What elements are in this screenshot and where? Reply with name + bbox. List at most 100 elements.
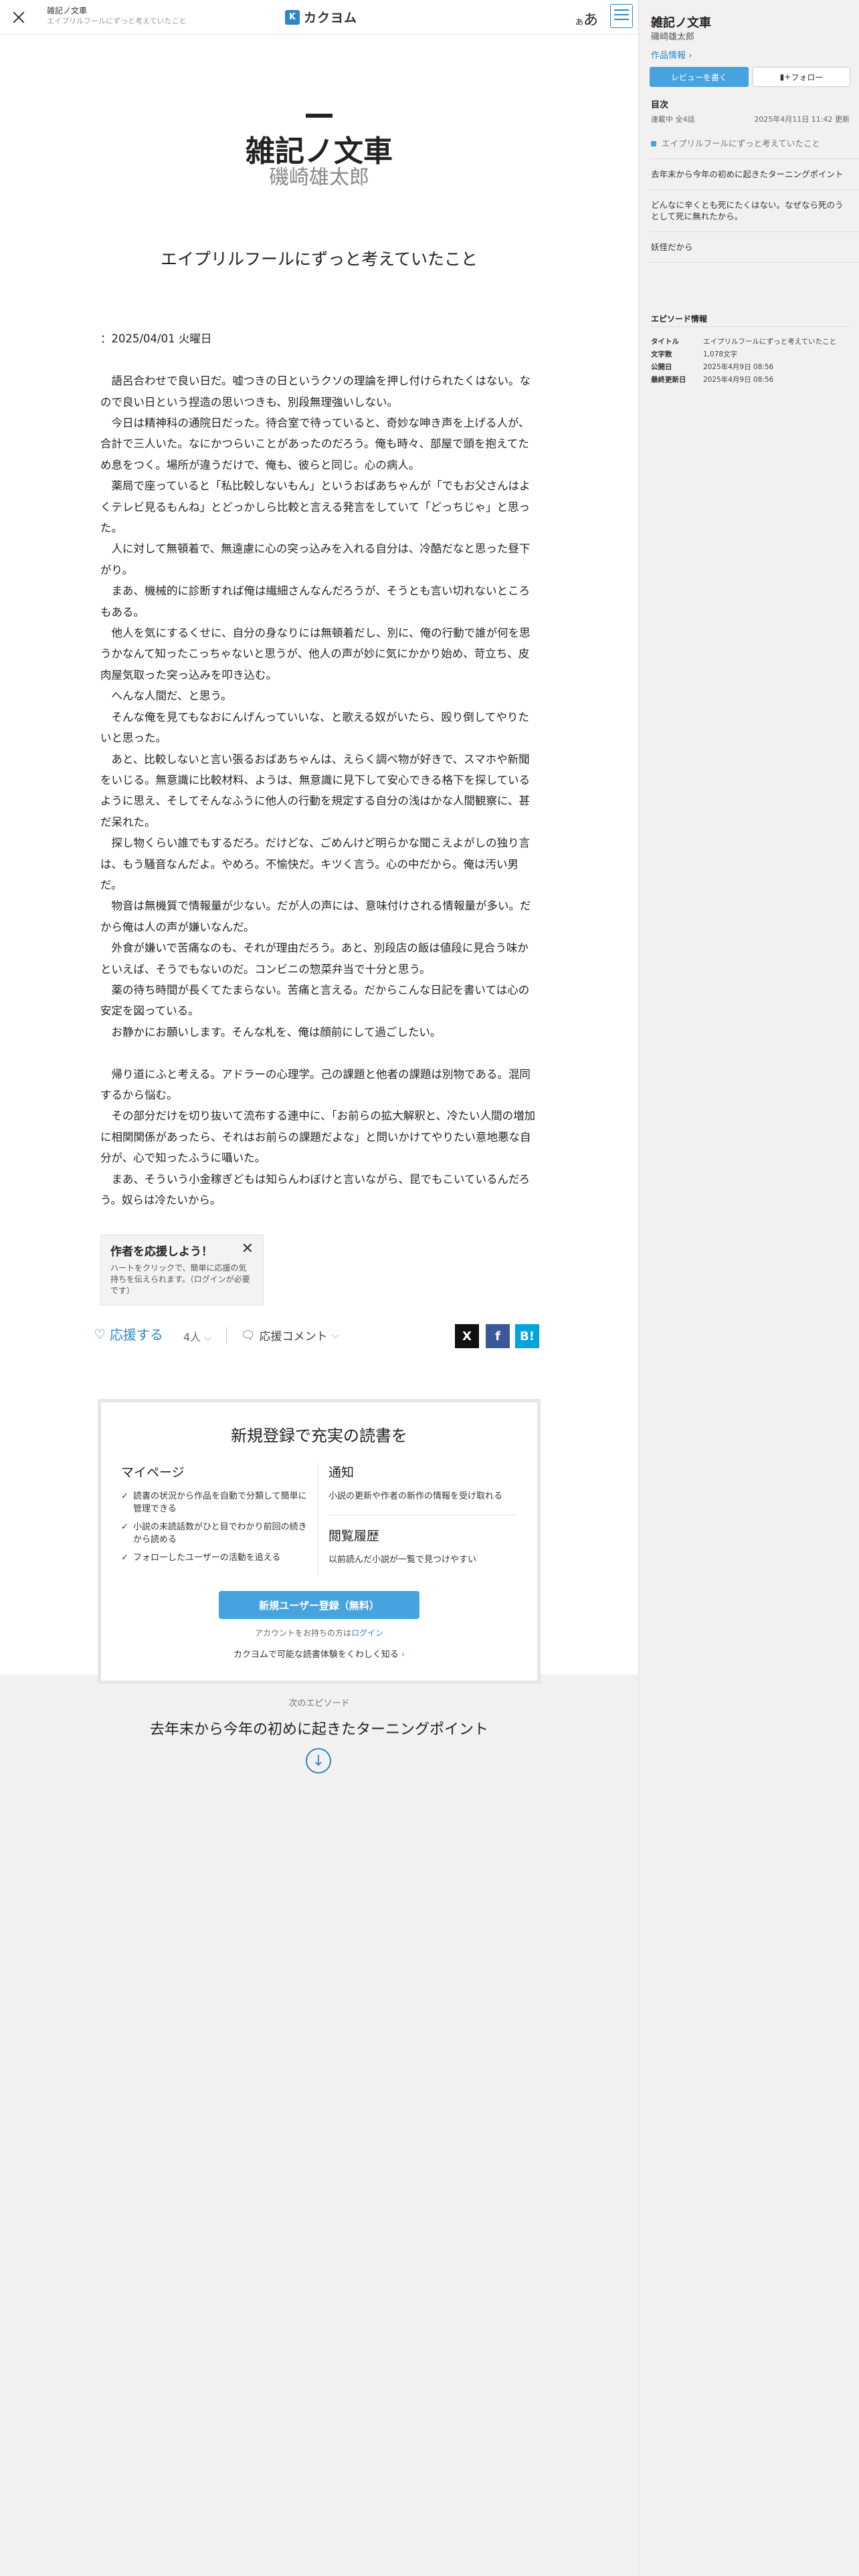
last-updated: 2025年4月11日 11:42 更新 <box>754 115 850 124</box>
hatena-bookmark-icon[interactable]: B! <box>515 1324 539 1348</box>
signup-promo: 新規登録で充実の読書を マイページ ✓ 読書の状況から作品を自動で分類して簡単に管… <box>98 1399 541 1684</box>
toc-item-current[interactable]: エイプリルフールにずっと考えていたこと <box>650 128 859 159</box>
tooltip-title: 作者を応援しよう！ <box>110 1245 213 1259</box>
support-bar: ♡ 応援する 4人 ⌵ 🗨︎ 応援コメント ⌵ X f B! <box>94 1324 539 1348</box>
close-icon[interactable] <box>9 8 28 27</box>
toc-sidebar: 雑記ノ文車 磯崎雄太郎 作品情報 › レビューを書く ▮+ フォロー 目次 連載… <box>638 0 859 2576</box>
follow-label: フォロー <box>791 72 824 82</box>
menu-line <box>614 19 629 20</box>
next-episode-title[interactable]: 去年末から今年の初めに起きたターニングポイント <box>0 1717 638 1739</box>
support-tooltip: 作者を応援しよう！ ✕ ハートをクリックで、簡単に応援の気持ちを伝えられます。（… <box>100 1235 264 1305</box>
feature-text: 読書の状況から作品を自動で分類して簡単に管理できる <box>133 1491 307 1514</box>
feature-text: 小説の未読話数がひと目でわかり前回の続きから読める <box>133 1522 307 1545</box>
signup-title: 新規登録で充実の読書を <box>231 1426 407 1445</box>
serial-status: 連載中 全4話 <box>651 115 695 124</box>
sidebar-work-title[interactable]: 雑記ノ文車 <box>651 13 711 31</box>
benefits-column: 通知 小説の更新や作者の新作の情報を受け取れる 閲覧履歴 以前読んだ小説が一覧で… <box>328 1463 516 1578</box>
login-prompt: アカウントをお持ちの方はログイン <box>101 1627 537 1638</box>
episode-paragraph <box>100 308 538 328</box>
mypage-heading: マイページ <box>121 1465 185 1480</box>
toc-item[interactable]: 去年末から今年の初めに起きたターニングポイント <box>650 159 859 190</box>
menu-line <box>614 9 629 11</box>
notification-heading: 通知 <box>328 1465 355 1480</box>
font-size-button[interactable]: ああ <box>575 8 598 29</box>
learn-more-link[interactable]: カクヨムで可能な読書体験をくわしく知る › <box>101 1647 537 1660</box>
work-author[interactable]: 磯崎雄太郎 <box>0 160 638 190</box>
facebook-share-icon[interactable]: f <box>486 1324 510 1348</box>
write-review-button[interactable]: レビューを書く <box>650 67 749 87</box>
support-comment-button[interactable]: 🗨︎ 応援コメント ⌵ <box>241 1327 339 1344</box>
info-value: 2025年4月9日 08:56 <box>703 363 774 371</box>
check-icon: ✓ <box>121 1522 128 1532</box>
comment-icon: 🗨︎ <box>241 1328 256 1342</box>
episode-paragraph: その部分だけを切り抜いて流布する連中に、「お前らの拡大解釈と、冷たい人間の増加に… <box>100 1109 536 1165</box>
episode-info-table: タイトル エイプリルフールにずっと考えていたこと 文字数 1,078文字 公開日 20… <box>651 336 852 387</box>
episode-paragraph: お静かにお願いします。そんな札を、俺は顔前にして過ごしたい。 <box>100 1025 442 1039</box>
support-button[interactable]: ♡ 応援する <box>94 1324 163 1344</box>
support-count-value: 4人 <box>183 1331 201 1344</box>
chevron-down-icon: ⌵ <box>331 1329 339 1341</box>
episode-body: ：2025/04/01 火曜日 語呂合わせで良い日だ。嘘つきの日というクソの理論… <box>100 308 538 1210</box>
toc-item[interactable]: 妖怪だから <box>650 232 859 263</box>
episode-paragraph: へんな人間だ、と思う。 <box>100 689 232 703</box>
logo-text: カクヨム <box>304 11 358 25</box>
toc-menu-button[interactable] <box>610 4 633 28</box>
episode-paragraph: 今日は精神科の通院日だった。待合室で待っていると、奇妙な呻き声を上げる人が、合計… <box>100 417 530 471</box>
close-icon[interactable]: ✕ <box>242 1241 254 1257</box>
episode-paragraph: 薬局で座っていると「私比較しないもん」というおばあちゃんが「でもお父さんはよくテ… <box>100 479 531 535</box>
divider <box>226 1327 227 1344</box>
toc-list: エイプリルフールにずっと考えていたこと 去年末から今年の初めに起きたターニングポ… <box>650 128 859 263</box>
feature-item: ✓ 読書の状況から作品を自動で分類して簡単に管理できる <box>121 1490 308 1515</box>
history-heading: 閲覧履歴 <box>328 1529 380 1543</box>
x-share-icon[interactable]: X <box>455 1324 479 1348</box>
login-prefix: アカウントをお持ちの方は <box>254 1628 351 1638</box>
toc-item[interactable]: どんなに辛くとも死にたくはない。なぜなら死のうとして死に無れたから。 <box>650 190 859 232</box>
work-info-link[interactable]: 作品情報 › <box>651 48 692 61</box>
info-value: 1,078文字 <box>703 350 738 358</box>
chevron-right-icon: › <box>686 51 692 61</box>
episode-paragraph: 薬の待ち時間が長くてたまらない。苦痛と言える。だからこんな日記を書いては心の安定… <box>100 983 530 1018</box>
episode-paragraph: 帰り道にふと考える。アドラーの心理学。己の課題と他者の課題は別物である。混同する… <box>100 1067 531 1101</box>
feature-item: ✓ フォローしたユーザーの活動を追える <box>121 1551 308 1564</box>
header-work-title[interactable]: 雑記ノ文車 <box>47 5 187 16</box>
chevron-down-icon: ⌵ <box>204 1333 211 1344</box>
follow-button[interactable]: ▮+ フォロー <box>753 67 850 87</box>
arrow-down-icon[interactable]: ↓ <box>306 1748 331 1774</box>
info-key: タイトル <box>651 338 679 346</box>
learn-more-label: カクヨムで可能な読書体験をくわしく知る <box>233 1650 399 1660</box>
comment-label: 応援コメント <box>259 1330 328 1344</box>
sidebar-author[interactable]: 磯崎雄太郎 <box>651 29 694 42</box>
episode-paragraph: まあ、機械的に診断すれば俺は繊細さんなんだろうが、そうとも言い切れないところもあ… <box>100 584 531 619</box>
episode-paragraph: 他人を気にするくせに、自分の身なりには無頓着だし、別に、俺の行動で誰が何を思うか… <box>100 627 531 681</box>
toc-heading: 目次 <box>651 100 669 110</box>
info-value: エイプリルフールにずっと考えていたこと <box>703 338 837 346</box>
feature-text: フォローしたユーザーの活動を追える <box>133 1553 281 1563</box>
header-titles[interactable]: 雑記ノ文車 エイプリルフールにずっと考えていたこと <box>47 5 187 27</box>
episode-paragraph: そんな俺を見てもなおにんげんっていいな、と歌える奴がいたら、殴り倒してやりたいと… <box>100 710 529 745</box>
work-info-label: 作品情報 <box>651 51 686 61</box>
info-key: 公開日 <box>651 363 672 371</box>
info-row: 公開日 2025年4月9日 08:56 <box>651 361 852 374</box>
notification-desc: 小説の更新や作者の新作の情報を受け取れる <box>328 1491 503 1501</box>
episode-paragraph: あと、比較しないと言い張るおばあちゃんは、えらく調べ物が好きで、スマホや新聞をい… <box>100 752 531 829</box>
support-count[interactable]: 4人 ⌵ <box>183 1328 211 1344</box>
font-size-glyph: あ <box>583 12 599 29</box>
episode-paragraph: 探し物くらい誰でもするだろ。だけどな、ごめんけど明らかな聞こえよがしの独り言は、… <box>100 837 531 891</box>
divider <box>651 326 849 327</box>
check-icon: ✓ <box>121 1491 128 1501</box>
episode-info-heading: エピソード情報 <box>651 314 708 324</box>
support-label: 応援する <box>109 1327 163 1343</box>
feature-item: ✓ 小説の未読話数がひと目でわかり前回の続きから読める <box>121 1521 308 1546</box>
header-episode-title: エイプリルフールにずっと考えていたこと <box>47 17 187 25</box>
episode-paragraph <box>100 1043 538 1063</box>
kakuyomu-logo[interactable]: K カクヨム <box>285 8 357 26</box>
episode-paragraph: 語呂合わせで良い日だ。嘘つきの日というクソの理論を押し付けられたくはない。なので… <box>100 374 531 409</box>
episode-paragraph: 人に対して無頓着で、無遠慮に心の突っ込みを入れる自分は、冷酷だなと思った昼下がり… <box>100 542 531 576</box>
signup-button[interactable]: 新規ユーザー登録（無料） <box>219 1591 419 1619</box>
episode-paragraph <box>100 350 538 370</box>
tooltip-body: ハートをクリックで、簡単に応援の気持ちを伝えられます。（ログインが必要です） <box>110 1263 250 1295</box>
login-link[interactable]: ログイン <box>351 1628 383 1638</box>
title-ornament <box>306 114 332 118</box>
bookmark-icon: ▮+ <box>779 72 791 82</box>
info-key: 最終更新日 <box>651 376 686 384</box>
